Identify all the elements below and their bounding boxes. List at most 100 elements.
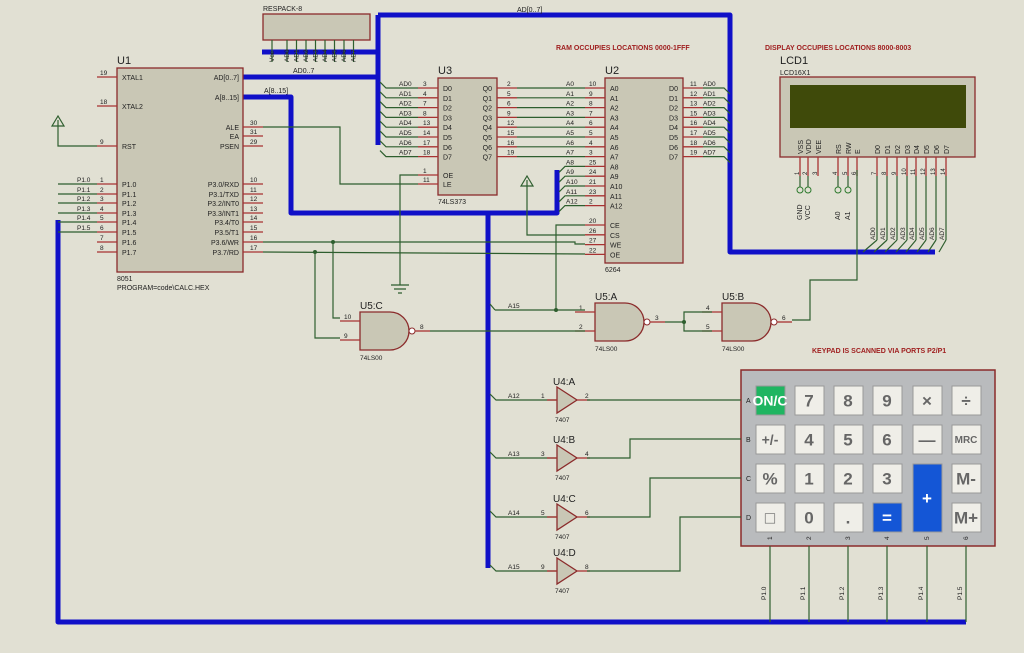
pin-number: 7 xyxy=(589,110,593,117)
terminal-label: VCC xyxy=(805,205,812,220)
pin-name: P3.0/RXD xyxy=(208,182,239,189)
net-label: A0 xyxy=(566,81,574,88)
keypad-key-label: 5 xyxy=(843,430,852,449)
pin-name: A4 xyxy=(610,125,619,132)
pin-number: 1 xyxy=(579,305,583,312)
pin-number: 12 xyxy=(921,168,927,175)
pin-name: P1.7 xyxy=(122,250,137,257)
bus-label-a: A[8..15] xyxy=(264,88,288,95)
net-label: P1.1 xyxy=(77,187,91,194)
net-label: A15 xyxy=(508,303,520,310)
net-label: AD7 xyxy=(399,150,412,157)
pin-name: CE xyxy=(610,223,620,230)
pin-name: A2 xyxy=(610,106,619,113)
pin-name: D2 xyxy=(669,106,678,113)
u3-part: 74LS373 xyxy=(438,199,466,206)
keypad-key-label: 9 xyxy=(882,391,891,410)
pin-name: A12 xyxy=(610,204,623,211)
pin-number: 5 xyxy=(589,130,593,137)
pin-number: 14 xyxy=(250,215,258,222)
keypad-col-label: 4 xyxy=(884,536,891,540)
pin-number: 15 xyxy=(690,110,698,117)
pin-name: Q3 xyxy=(483,115,492,122)
bus-label-ad: AD[0..7] xyxy=(517,7,542,14)
pin-name: D6 xyxy=(934,145,941,154)
gate-ref: U5:A xyxy=(595,292,618,303)
u1-part: 8051 xyxy=(117,276,133,283)
pin-number: 3 xyxy=(589,150,593,157)
pin-number: 3 xyxy=(541,451,545,458)
pin-name: A1 xyxy=(610,96,619,103)
keypad-key-label: M- xyxy=(956,469,976,488)
u3-ref: U3 xyxy=(438,65,452,77)
pin-name: AD6 xyxy=(341,49,348,62)
pin-number: 30 xyxy=(250,120,258,127)
pin-name: A5 xyxy=(610,135,619,142)
pin-number: 4 xyxy=(423,91,427,98)
pin-name: P3.7/RD xyxy=(213,250,239,257)
buffer-gate xyxy=(556,556,579,586)
keypad-row-label: A xyxy=(746,398,751,405)
pin-name: A3 xyxy=(610,115,619,122)
pin-number: 22 xyxy=(589,247,597,254)
pin-number: 5 xyxy=(541,510,545,517)
net-label: AD5 xyxy=(703,130,716,137)
buffer-part: 7407 xyxy=(555,417,570,424)
pin-number: 1 xyxy=(541,393,545,400)
terminal-label: A1 xyxy=(845,211,852,220)
pin-name: LE xyxy=(443,182,452,189)
terminal-label: A0 xyxy=(835,211,842,220)
schematic-canvas: RAM OCCUPIES LOCATIONS 0000-1FFF DISPLAY … xyxy=(50,6,996,625)
pin-number: 18 xyxy=(423,150,431,157)
net-label: AD4 xyxy=(703,120,716,127)
pin-number: 4 xyxy=(585,451,589,458)
net-label: AD0 xyxy=(870,227,877,240)
pin-number: 7 xyxy=(100,235,104,242)
pin-name: ALE xyxy=(226,125,240,132)
pin-number: 9 xyxy=(507,110,511,117)
net-label: A14 xyxy=(508,510,520,517)
pin-number: 14 xyxy=(423,130,431,137)
pin-name: D0 xyxy=(443,86,452,93)
pin-number: 21 xyxy=(589,179,597,186)
pin-number: 11 xyxy=(911,168,917,175)
pin-number: 31 xyxy=(250,129,258,136)
pin-name: D7 xyxy=(944,145,951,154)
keypad-row-label: D xyxy=(746,515,751,522)
gate-part: 74LS00 xyxy=(360,355,383,362)
net-label: AD5 xyxy=(919,227,926,240)
nand-gate xyxy=(594,302,645,342)
keypad-key-label: ÷ xyxy=(961,391,970,410)
pin-name: A0 xyxy=(610,86,619,93)
pin-number: 1 xyxy=(423,168,427,175)
keypad-key-label: — xyxy=(919,430,936,449)
pin-number: 10 xyxy=(589,81,597,88)
wire xyxy=(938,239,947,253)
keypad-key-label: 1 xyxy=(804,469,813,488)
net-label: A11 xyxy=(566,189,577,196)
net-label: AD2 xyxy=(703,101,716,108)
pin-number: 8 xyxy=(589,101,593,108)
u1-program: PROGRAM=code\CALC.HEX xyxy=(117,285,210,292)
pin-number: 12 xyxy=(507,120,515,127)
pin-number: 14 xyxy=(941,168,947,175)
net-label: A15 xyxy=(508,564,520,571)
pin-name: A9 xyxy=(610,174,619,181)
buffer-part: 7407 xyxy=(555,475,570,482)
pin-number: 6 xyxy=(100,225,104,232)
pin-number: 18 xyxy=(100,99,108,106)
pin-name: AD7 xyxy=(351,49,358,62)
pin-number: 8 xyxy=(100,245,104,252)
pin-number: 6 xyxy=(589,120,593,127)
keypad-key-label: □ xyxy=(765,508,775,527)
net-label: P1.3 xyxy=(77,206,91,213)
pin-name: RST xyxy=(122,144,137,151)
net-label: AD1 xyxy=(880,227,887,240)
wire xyxy=(489,303,496,311)
pin-number: 2 xyxy=(585,393,589,400)
pin-number: 15 xyxy=(507,130,515,137)
net-label: A10 xyxy=(566,179,578,186)
pin-name: AD2 xyxy=(303,49,310,62)
pin-name: Vcc xyxy=(269,50,276,62)
pin-name: D1 xyxy=(669,96,678,103)
